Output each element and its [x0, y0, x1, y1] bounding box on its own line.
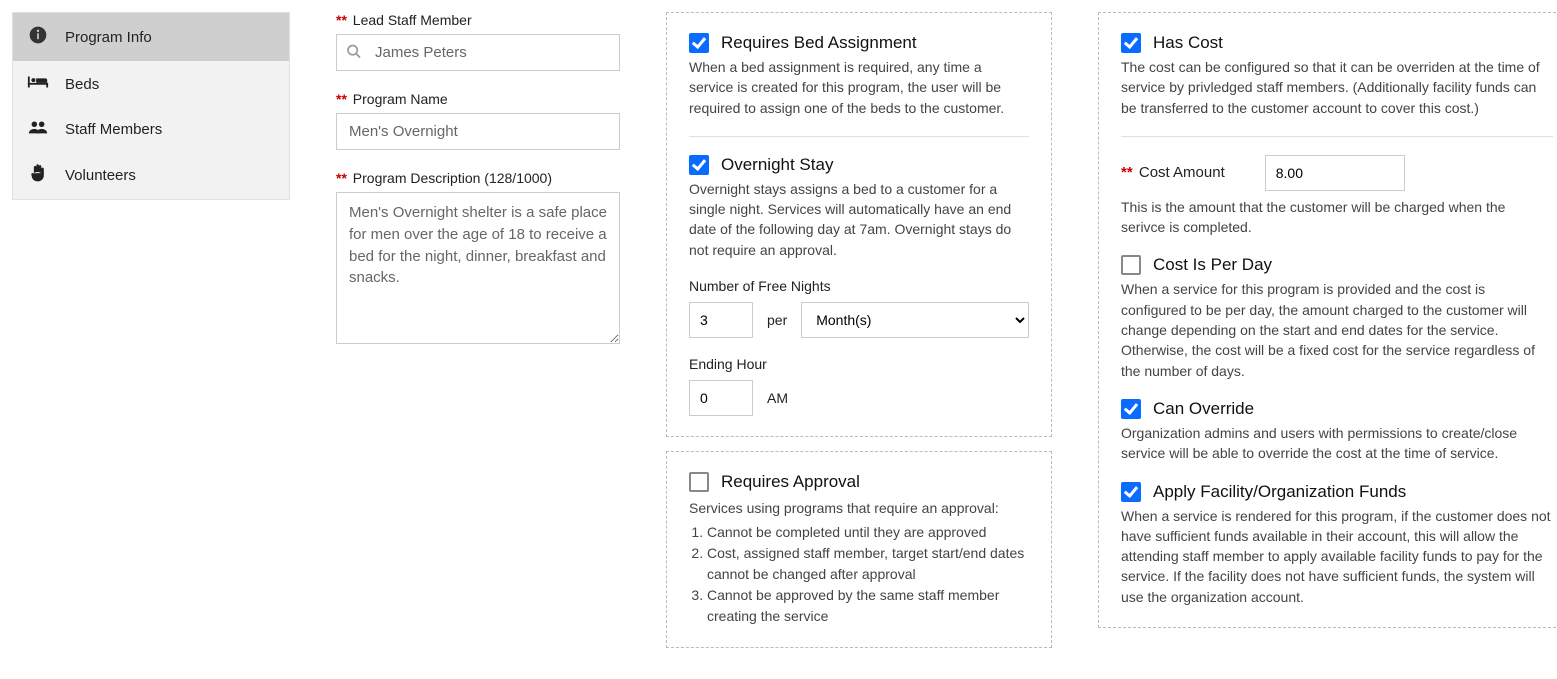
has-cost-checkbox[interactable] [1121, 33, 1141, 53]
period-select[interactable]: Month(s) [801, 302, 1029, 338]
sidebar-item-beds[interactable]: Beds [13, 61, 289, 107]
cost-per-day-desc: When a service for this program is provi… [1121, 279, 1553, 380]
sidebar-item-program-info[interactable]: Program Info [13, 13, 289, 61]
has-cost-title: Has Cost [1153, 33, 1223, 53]
can-override-desc: Organization admins and users with permi… [1121, 423, 1553, 464]
free-nights-input[interactable] [689, 302, 753, 338]
ending-hour-label: Ending Hour [689, 356, 1029, 372]
program-name-input[interactable] [336, 113, 620, 150]
can-override-title: Can Override [1153, 399, 1254, 419]
cost-per-day-title: Cost Is Per Day [1153, 255, 1272, 275]
program-name-label: ** Program Name [336, 91, 620, 107]
form-column: ** Lead Staff Member ** Program Name ** … [336, 12, 620, 367]
search-icon [346, 43, 362, 62]
cost-per-day-checkbox[interactable] [1121, 255, 1141, 275]
sidebar: Program Info Beds Staff Members Voluntee… [12, 12, 290, 200]
overnight-desc: Overnight stays assigns a bed to a custo… [689, 179, 1029, 260]
program-desc-input[interactable]: Men's Overnight shelter is a safe place … [336, 192, 620, 344]
approval-rules-list: Cannot be completed until they are appro… [707, 522, 1029, 627]
bed-icon [27, 73, 49, 95]
overnight-checkbox[interactable] [689, 155, 709, 175]
info-icon [27, 25, 49, 49]
approval-intro: Services using programs that require an … [689, 498, 1029, 518]
sidebar-item-label: Staff Members [65, 121, 162, 138]
hand-icon [27, 163, 49, 187]
per-label: per [767, 312, 787, 328]
apply-funds-checkbox[interactable] [1121, 482, 1141, 502]
cost-amount-desc: This is the amount that the customer wil… [1121, 197, 1553, 238]
program-desc-label: ** Program Description (128/1000) [336, 170, 620, 186]
middle-column: Requires Bed Assignment When a bed assig… [666, 12, 1052, 662]
sidebar-item-label: Volunteers [65, 167, 136, 184]
users-icon [27, 119, 49, 139]
requires-bed-title: Requires Bed Assignment [721, 33, 917, 53]
ampm-label: AM [767, 390, 788, 406]
bed-panel: Requires Bed Assignment When a bed assig… [666, 12, 1052, 437]
right-column: Has Cost The cost can be configured so t… [1098, 12, 1557, 642]
requires-approval-checkbox[interactable] [689, 472, 709, 492]
approval-rule: Cannot be approved by the same staff mem… [707, 585, 1029, 627]
lead-staff-label: ** Lead Staff Member [336, 12, 620, 28]
approval-rule: Cannot be completed until they are appro… [707, 522, 1029, 543]
lead-staff-input[interactable] [336, 34, 620, 71]
requires-bed-checkbox[interactable] [689, 33, 709, 53]
sidebar-item-label: Beds [65, 76, 99, 93]
overnight-title: Overnight Stay [721, 155, 833, 175]
apply-funds-title: Apply Facility/Organization Funds [1153, 482, 1406, 502]
approval-rule: Cost, assigned staff member, target star… [707, 543, 1029, 585]
approval-panel: Requires Approval Services using program… [666, 451, 1052, 648]
sidebar-item-label: Program Info [65, 29, 152, 46]
requires-bed-desc: When a bed assignment is required, any t… [689, 57, 1029, 118]
can-override-checkbox[interactable] [1121, 399, 1141, 419]
sidebar-item-staff-members[interactable]: Staff Members [13, 107, 289, 151]
has-cost-desc: The cost can be configured so that it ca… [1121, 57, 1553, 118]
apply-funds-desc: When a service is rendered for this prog… [1121, 506, 1553, 607]
cost-amount-label: ** Cost Amount [1121, 164, 1225, 181]
sidebar-item-volunteers[interactable]: Volunteers [13, 151, 289, 199]
free-nights-label: Number of Free Nights [689, 278, 1029, 294]
requires-approval-title: Requires Approval [721, 472, 860, 492]
cost-amount-input[interactable] [1265, 155, 1405, 191]
cost-panel: Has Cost The cost can be configured so t… [1098, 12, 1557, 628]
ending-hour-input[interactable] [689, 380, 753, 416]
